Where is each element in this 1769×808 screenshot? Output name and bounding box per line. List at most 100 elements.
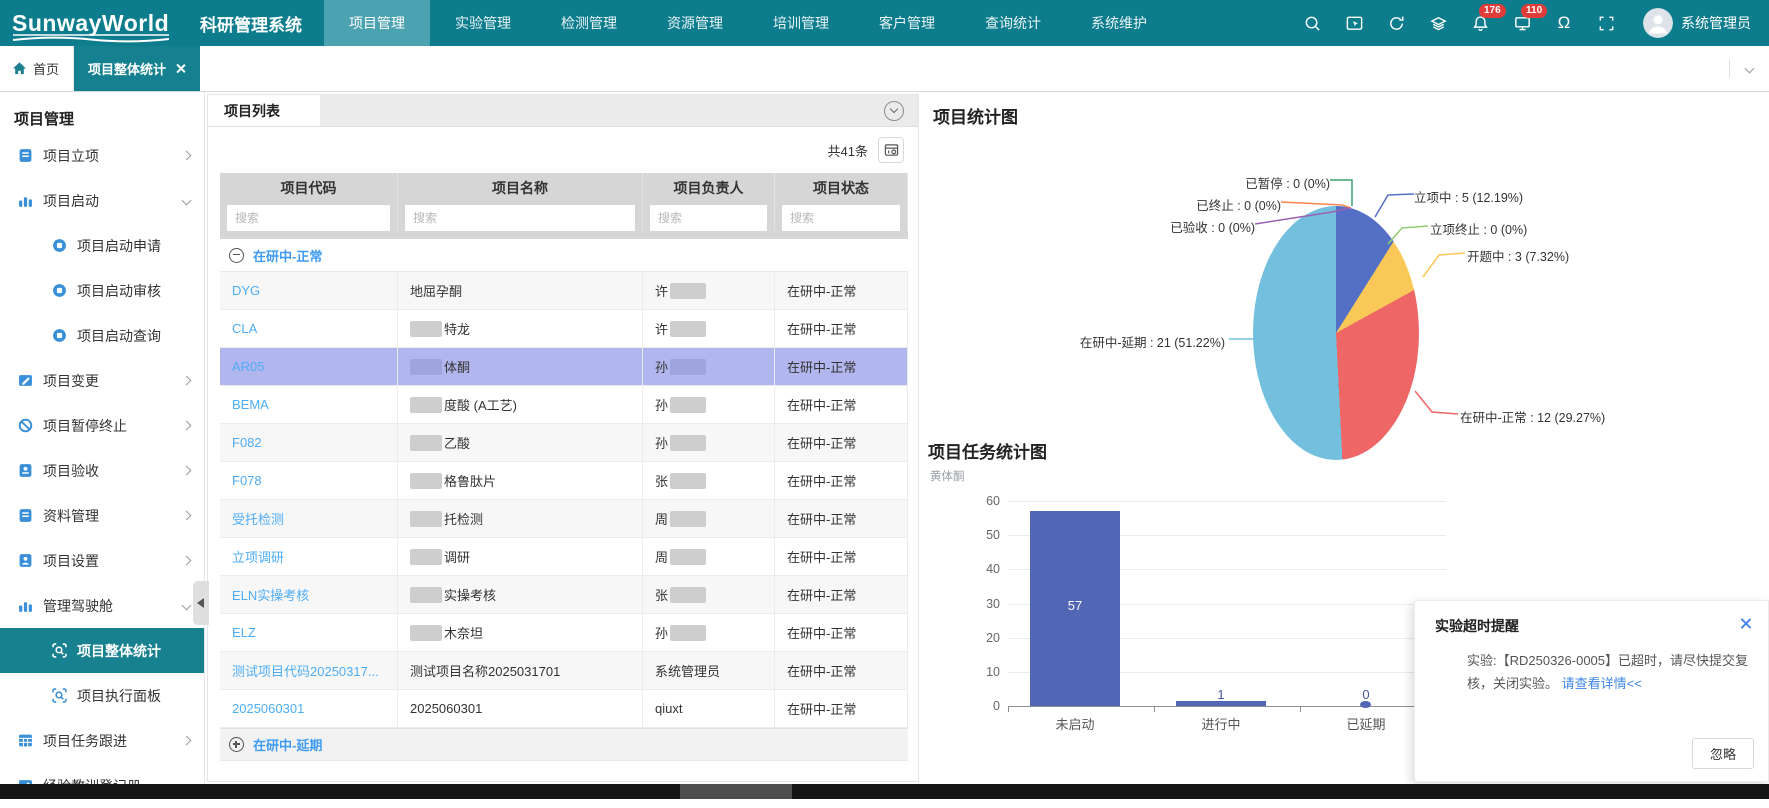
search-input-owner[interactable]	[650, 205, 767, 231]
brand-logo[interactable]: SunwayWorld	[12, 10, 172, 37]
column-header-owner[interactable]: 项目负责人	[643, 173, 775, 203]
layers-icon[interactable]	[1428, 13, 1448, 33]
nav-item-experiment-management[interactable]: 实验管理	[430, 0, 536, 46]
x-axis-label: 已延期	[1321, 714, 1411, 733]
nav-item-system-maintenance[interactable]: 系统维护	[1066, 0, 1172, 46]
sidebar-item-start-query[interactable]: 项目启动查询	[0, 313, 204, 358]
topbar-icon-group: 176 110 Ω 系统管理员	[1291, 8, 1755, 38]
table-row[interactable]: 立项调研 调研 周 在研中-正常	[220, 538, 908, 576]
search-input-code[interactable]	[227, 205, 390, 231]
panel-collapse-icon[interactable]	[884, 101, 904, 121]
chevron-right-icon	[182, 466, 192, 476]
table-row[interactable]: ELN实操考核 实操考核 张 在研中-正常	[220, 576, 908, 614]
redacted-text	[410, 473, 442, 489]
refresh-icon[interactable]	[1386, 13, 1406, 33]
y-axis-tick: 40	[962, 562, 1000, 576]
gridline	[1008, 501, 1446, 502]
x-axis-label: 进行中	[1176, 714, 1266, 733]
redacted-text	[670, 549, 706, 565]
sidebar-item-project-initiation[interactable]: 项目立项	[0, 133, 204, 178]
redacted-text	[670, 397, 706, 413]
sidebar-item-management-cockpit[interactable]: 管理驾驶舱	[0, 583, 204, 628]
sidebar-item-project-overall-statistics[interactable]: 项目整体统计	[0, 628, 204, 673]
bottom-taskbar	[0, 784, 1769, 799]
nav-item-query-statistics[interactable]: 查询统计	[960, 0, 1066, 46]
chevron-right-icon	[182, 736, 192, 746]
bell-badge: 176	[1479, 4, 1506, 18]
tab-close-icon[interactable]	[175, 63, 186, 74]
column-header-status[interactable]: 项目状态	[775, 173, 908, 203]
sidebar-collapse-handle[interactable]	[193, 581, 209, 625]
column-header-name[interactable]: 项目名称	[398, 173, 643, 203]
sidebar-item-project-task-tracking[interactable]: 项目任务跟进	[0, 718, 204, 763]
nav-item-training-management[interactable]: 培训管理	[748, 0, 854, 46]
sidebar-item-project-start[interactable]: 项目启动	[0, 178, 204, 223]
sidebar-item-start-review[interactable]: 项目启动审核	[0, 268, 204, 313]
chevron-right-icon	[182, 556, 192, 566]
table-row[interactable]: F082 乙酸 孙 在研中-正常	[220, 424, 908, 462]
nav-item-customer-management[interactable]: 客户管理	[854, 0, 960, 46]
nav-item-project-management[interactable]: 项目管理	[324, 0, 430, 46]
table-row-selected[interactable]: AR05 体酮 孙 在研中-正常	[220, 348, 908, 386]
primary-nav: 项目管理 实验管理 检测管理 资源管理 培训管理 客户管理 查询统计 系统维护	[324, 0, 1172, 46]
group-header-in-progress-delayed[interactable]: 在研中-延期	[220, 728, 908, 761]
management-cockpit-icon	[18, 598, 33, 613]
group-header-in-progress-normal[interactable]: 在研中-正常	[220, 239, 908, 272]
table-row[interactable]: CLA 特龙 许 在研中-正常	[220, 310, 908, 348]
table-row[interactable]: 测试项目代码20250317... 测试项目名称2025031701 系统管理员…	[220, 652, 908, 690]
sidebar-item-project-suspend-terminate[interactable]: 项目暂停终止	[0, 403, 204, 448]
table-row[interactable]: DYG 地屈孕酮 许 在研中-正常	[220, 272, 908, 310]
table-row[interactable]: F078 格鲁肽片 张 在研中-正常	[220, 462, 908, 500]
bar-delayed[interactable]	[1360, 701, 1371, 708]
sidebar-item-project-acceptance[interactable]: 项目验收	[0, 448, 204, 493]
omega-icon[interactable]: Ω	[1554, 13, 1574, 33]
column-header-code[interactable]: 项目代码	[220, 173, 398, 203]
current-user-name[interactable]: 系统管理员	[1681, 13, 1751, 33]
search-input-status[interactable]	[782, 205, 900, 231]
tab-project-list[interactable]: 项目列表	[208, 95, 320, 126]
sidebar-item-start-apply[interactable]: 项目启动申请	[0, 223, 204, 268]
notifications-bell-icon[interactable]: 176	[1470, 13, 1490, 33]
nav-item-resource-management[interactable]: 资源管理	[642, 0, 748, 46]
redacted-text	[410, 625, 442, 641]
tab-project-overall-statistics[interactable]: 项目整体统计	[74, 46, 200, 91]
table-row[interactable]: BEMA 度酸 (A工艺) 孙 在研中-正常	[220, 386, 908, 424]
home-icon	[12, 61, 27, 76]
redacted-text	[410, 397, 442, 413]
fullscreen-icon[interactable]	[1596, 13, 1616, 33]
tab-options-chevron-icon[interactable]	[1745, 64, 1755, 74]
monitor-messages-icon[interactable]: 110	[1512, 13, 1532, 33]
document-management-icon	[18, 508, 33, 523]
sidebar-item-project-settings[interactable]: 项目设置	[0, 538, 204, 583]
guide-panel-icon[interactable]	[1344, 13, 1364, 33]
sidebar-item-document-management[interactable]: 资料管理	[0, 493, 204, 538]
view-details-link[interactable]: 请查看详情<<	[1562, 676, 1642, 691]
redacted-text	[670, 321, 706, 337]
user-avatar[interactable]	[1643, 8, 1673, 38]
y-axis-tick: 50	[962, 528, 1000, 542]
project-settings-icon	[18, 553, 33, 568]
popup-close-icon[interactable]	[1739, 617, 1752, 630]
table-row[interactable]: ELZ 木奈坦 孙 在研中-正常	[220, 614, 908, 652]
suspend-terminate-icon	[18, 418, 33, 433]
column-settings-button[interactable]	[878, 137, 904, 163]
scrollbar-thumb[interactable]	[680, 784, 792, 799]
ignore-button[interactable]: 忽略	[1692, 738, 1754, 769]
tab-home[interactable]: 首页	[0, 46, 74, 91]
sidebar-item-project-change[interactable]: 项目变更	[0, 358, 204, 403]
redacted-text	[670, 359, 706, 375]
search-icon[interactable]	[1302, 13, 1322, 33]
sidebar-item-project-execution-panel[interactable]: 项目执行面板	[0, 673, 204, 718]
y-axis-tick: 60	[962, 494, 1000, 508]
monitor-badge: 110	[1521, 4, 1547, 18]
nav-item-testing-management[interactable]: 检测管理	[536, 0, 642, 46]
table-row[interactable]: 受托检测 托检测 周 在研中-正常	[220, 500, 908, 538]
search-input-name[interactable]	[405, 205, 635, 231]
top-header-bar: SunwayWorld 科研管理系统 项目管理 实验管理 检测管理 资源管理 培…	[0, 0, 1769, 46]
notification-popup: 实验超时提醒 实验:【RD250326-0005】已超时，请尽快提交复核，关闭实…	[1414, 600, 1769, 782]
table-row[interactable]: 2025060301 2025060301 qiuxt 在研中-正常	[220, 690, 908, 728]
collapse-minus-icon[interactable]	[229, 248, 244, 263]
pie-label: 已终止 : 0 (0%)	[1131, 195, 1281, 214]
expand-plus-icon[interactable]	[229, 737, 244, 752]
redacted-text	[410, 435, 442, 451]
